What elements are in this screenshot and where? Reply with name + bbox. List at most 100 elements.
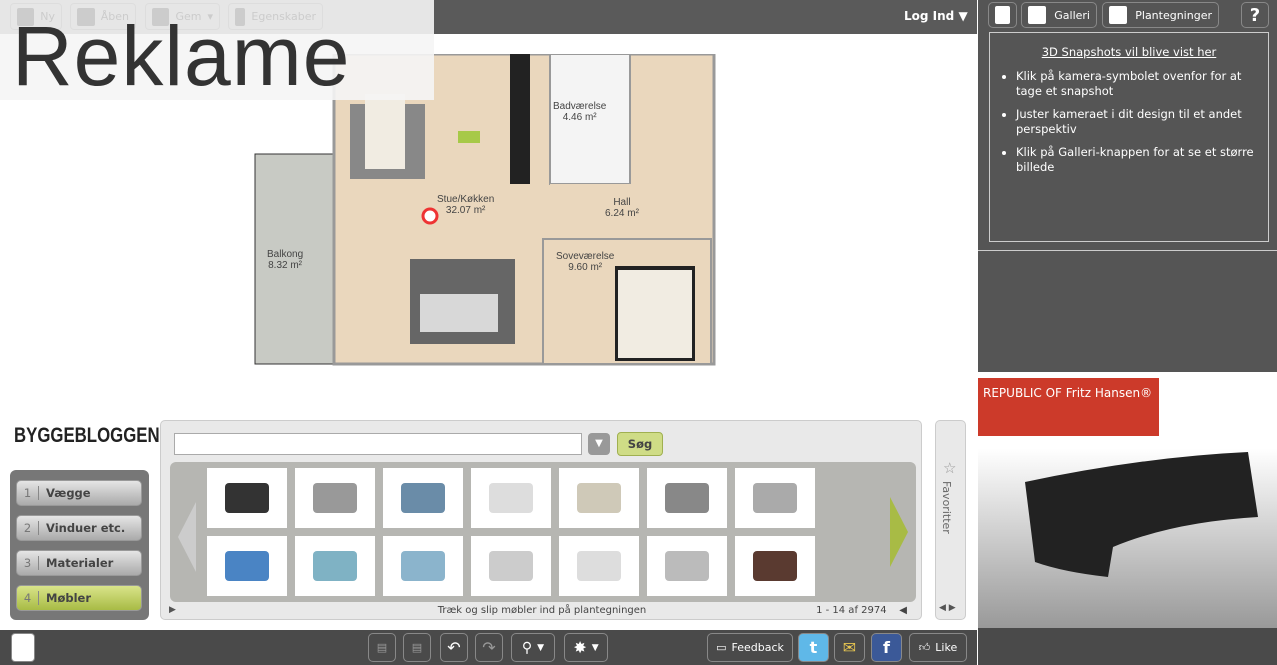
treadmill-thumbnail xyxy=(225,483,269,513)
furniture-catalog: ▼ Søg ▶ Træk og slip møbler ind på plant… xyxy=(160,420,922,620)
tip-item: Juster kameraet i dit design til et ande… xyxy=(1016,107,1256,137)
catalog-item-treadmill[interactable] xyxy=(207,468,287,528)
undo-button[interactable]: ↶ xyxy=(440,633,468,662)
category-label: Møbler xyxy=(46,591,91,605)
favorites-label: Favoritter xyxy=(940,481,953,534)
help-icon: ? xyxy=(1249,4,1261,26)
star-icon: ☆ xyxy=(943,459,957,477)
coffee-table-thumbnail xyxy=(753,483,797,513)
catalog-item-cushion[interactable] xyxy=(295,536,375,596)
category-number: 3 xyxy=(17,556,39,570)
rowing-machine-thumbnail xyxy=(313,483,357,513)
favorites-scroll-icon[interactable]: ◀ ▶ xyxy=(939,603,956,613)
category-walls[interactable]: 1 Vægge xyxy=(16,480,142,506)
table-lamp-thumbnail xyxy=(577,551,621,581)
catalog-item-coffee-table[interactable] xyxy=(735,468,815,528)
gallery-button[interactable]: Galleri xyxy=(1021,2,1097,28)
copy-button[interactable]: ▤ xyxy=(368,633,396,662)
catalog-item-arc-floor-lamp[interactable] xyxy=(647,468,727,528)
gallery-label: Galleri xyxy=(1054,8,1090,22)
undo-icon: ↶ xyxy=(447,638,461,657)
white-desk-thumbnail xyxy=(489,483,533,513)
gallery-icon xyxy=(1028,6,1047,24)
count-label: 1 - 14 af 2974 xyxy=(816,605,887,616)
ad-placeholder-text: Reklame xyxy=(12,9,351,103)
white-table-thumbnail xyxy=(489,551,533,581)
catalog-item-console-table[interactable] xyxy=(647,536,727,596)
mascot-icon[interactable] xyxy=(11,633,35,662)
tip-item: Klik på Galleri-knappen for at se et stø… xyxy=(1016,145,1256,175)
search-input[interactable] xyxy=(174,433,582,455)
console-table-thumbnail xyxy=(665,551,709,581)
like-button[interactable]: 👍︎ Like xyxy=(909,633,967,662)
category-label: Vægge xyxy=(46,486,91,500)
sofa-image xyxy=(1025,452,1258,577)
next-page-arrow-icon[interactable] xyxy=(888,497,910,567)
redo-button[interactable]: ↷ xyxy=(475,633,503,662)
room-label-bathroom: Badværelse 4.46 m² xyxy=(553,101,607,123)
facebook-icon: f xyxy=(883,638,890,657)
twitter-button[interactable]: t xyxy=(798,633,829,662)
yoga-mat-thumbnail xyxy=(225,551,269,581)
thumbs-up-icon: 👍︎ xyxy=(918,641,931,654)
catalog-grid xyxy=(170,462,916,602)
catalog-item-chair-blue[interactable] xyxy=(383,536,463,596)
copy-icon: ▤ xyxy=(376,641,388,654)
category-furniture[interactable]: 4 Møbler xyxy=(16,585,142,611)
cushion-thumbnail xyxy=(313,551,357,581)
snapshots-box: 3D Snapshots vil blive vist her Klik på … xyxy=(989,32,1269,242)
floorplans-label: Plantegninger xyxy=(1135,8,1212,22)
catalog-item-armchair[interactable] xyxy=(559,468,639,528)
chevron-down-icon: ▼ xyxy=(595,438,603,449)
catalog-item-yoga-mat[interactable] xyxy=(207,536,287,596)
search-button[interactable]: Søg xyxy=(617,432,663,456)
room-label-hall: Hall 6.24 m² xyxy=(605,197,639,219)
email-button[interactable]: ✉ xyxy=(834,633,865,662)
chevron-down-icon: ▼ xyxy=(958,9,968,23)
feedback-label: Feedback xyxy=(731,641,784,654)
login-button[interactable]: Log Ind ▼ xyxy=(904,9,968,23)
catalog-item-white-desk[interactable] xyxy=(471,468,551,528)
category-label: Materialer xyxy=(46,556,114,570)
category-number: 4 xyxy=(17,591,39,605)
right-footer xyxy=(978,628,1277,665)
camera-icon xyxy=(995,6,1010,24)
catalog-item-table-lamp[interactable] xyxy=(559,536,639,596)
room-label-living: Stue/Køkken 32.07 m² xyxy=(437,194,495,216)
catalog-item-white-table[interactable] xyxy=(471,536,551,596)
zoom-button[interactable]: ⚲ ▼ xyxy=(511,633,555,662)
settings-button[interactable]: ✸ ▼ xyxy=(564,633,608,662)
paste-button[interactable]: ▤ xyxy=(403,633,431,662)
room-label-bedroom: Soveværelse 9.60 m² xyxy=(556,251,615,273)
chevron-down-icon: ▼ xyxy=(537,642,545,653)
category-windows[interactable]: 2 Vinduer etc. xyxy=(16,515,142,541)
facebook-button[interactable]: f xyxy=(871,633,902,662)
floorplan-icon xyxy=(1109,6,1128,24)
armchair-thumbnail xyxy=(577,483,621,513)
floorplans-button[interactable]: Plantegninger xyxy=(1102,2,1219,28)
redo-icon: ↷ xyxy=(482,638,496,657)
help-button[interactable]: ? xyxy=(1241,2,1269,28)
catalog-item-rowing-machine[interactable] xyxy=(295,468,375,528)
bottom-toolbar: ▤ ▤ ↶ ↷ ⚲ ▼ ✸ ▼ ▭ Feedback t ✉ f 👍︎ Like xyxy=(0,630,977,665)
tip-item: Klik på kamera-symbolet ovenfor for at t… xyxy=(1016,69,1256,99)
divider xyxy=(978,250,1277,251)
favorites-tab[interactable]: ☆ Favoritter ◀ ▶ xyxy=(935,420,966,620)
camera-button[interactable] xyxy=(988,2,1017,28)
magnifier-icon: ⚲ xyxy=(521,639,533,656)
folded-blanket-thumbnail xyxy=(401,483,445,513)
search-dropdown-button[interactable]: ▼ xyxy=(588,433,610,455)
chair-blue-thumbnail xyxy=(401,551,445,581)
category-materials[interactable]: 3 Materialer xyxy=(16,550,142,576)
catalog-item-dining-chair[interactable] xyxy=(735,536,815,596)
camera-marker-icon[interactable] xyxy=(421,207,439,225)
advertisement[interactable]: REPUBLIC OF Fritz Hansen® xyxy=(978,372,1277,628)
prev-page-arrow-icon[interactable] xyxy=(176,502,198,572)
feedback-button[interactable]: ▭ Feedback xyxy=(707,633,793,662)
catalog-item-folded-blanket[interactable] xyxy=(383,468,463,528)
twitter-icon: t xyxy=(809,638,818,657)
like-label: Like xyxy=(935,641,958,654)
speech-bubble-icon: ▭ xyxy=(716,641,727,654)
category-label: Vinduer etc. xyxy=(46,521,126,535)
gear-icon: ✸ xyxy=(573,638,587,657)
